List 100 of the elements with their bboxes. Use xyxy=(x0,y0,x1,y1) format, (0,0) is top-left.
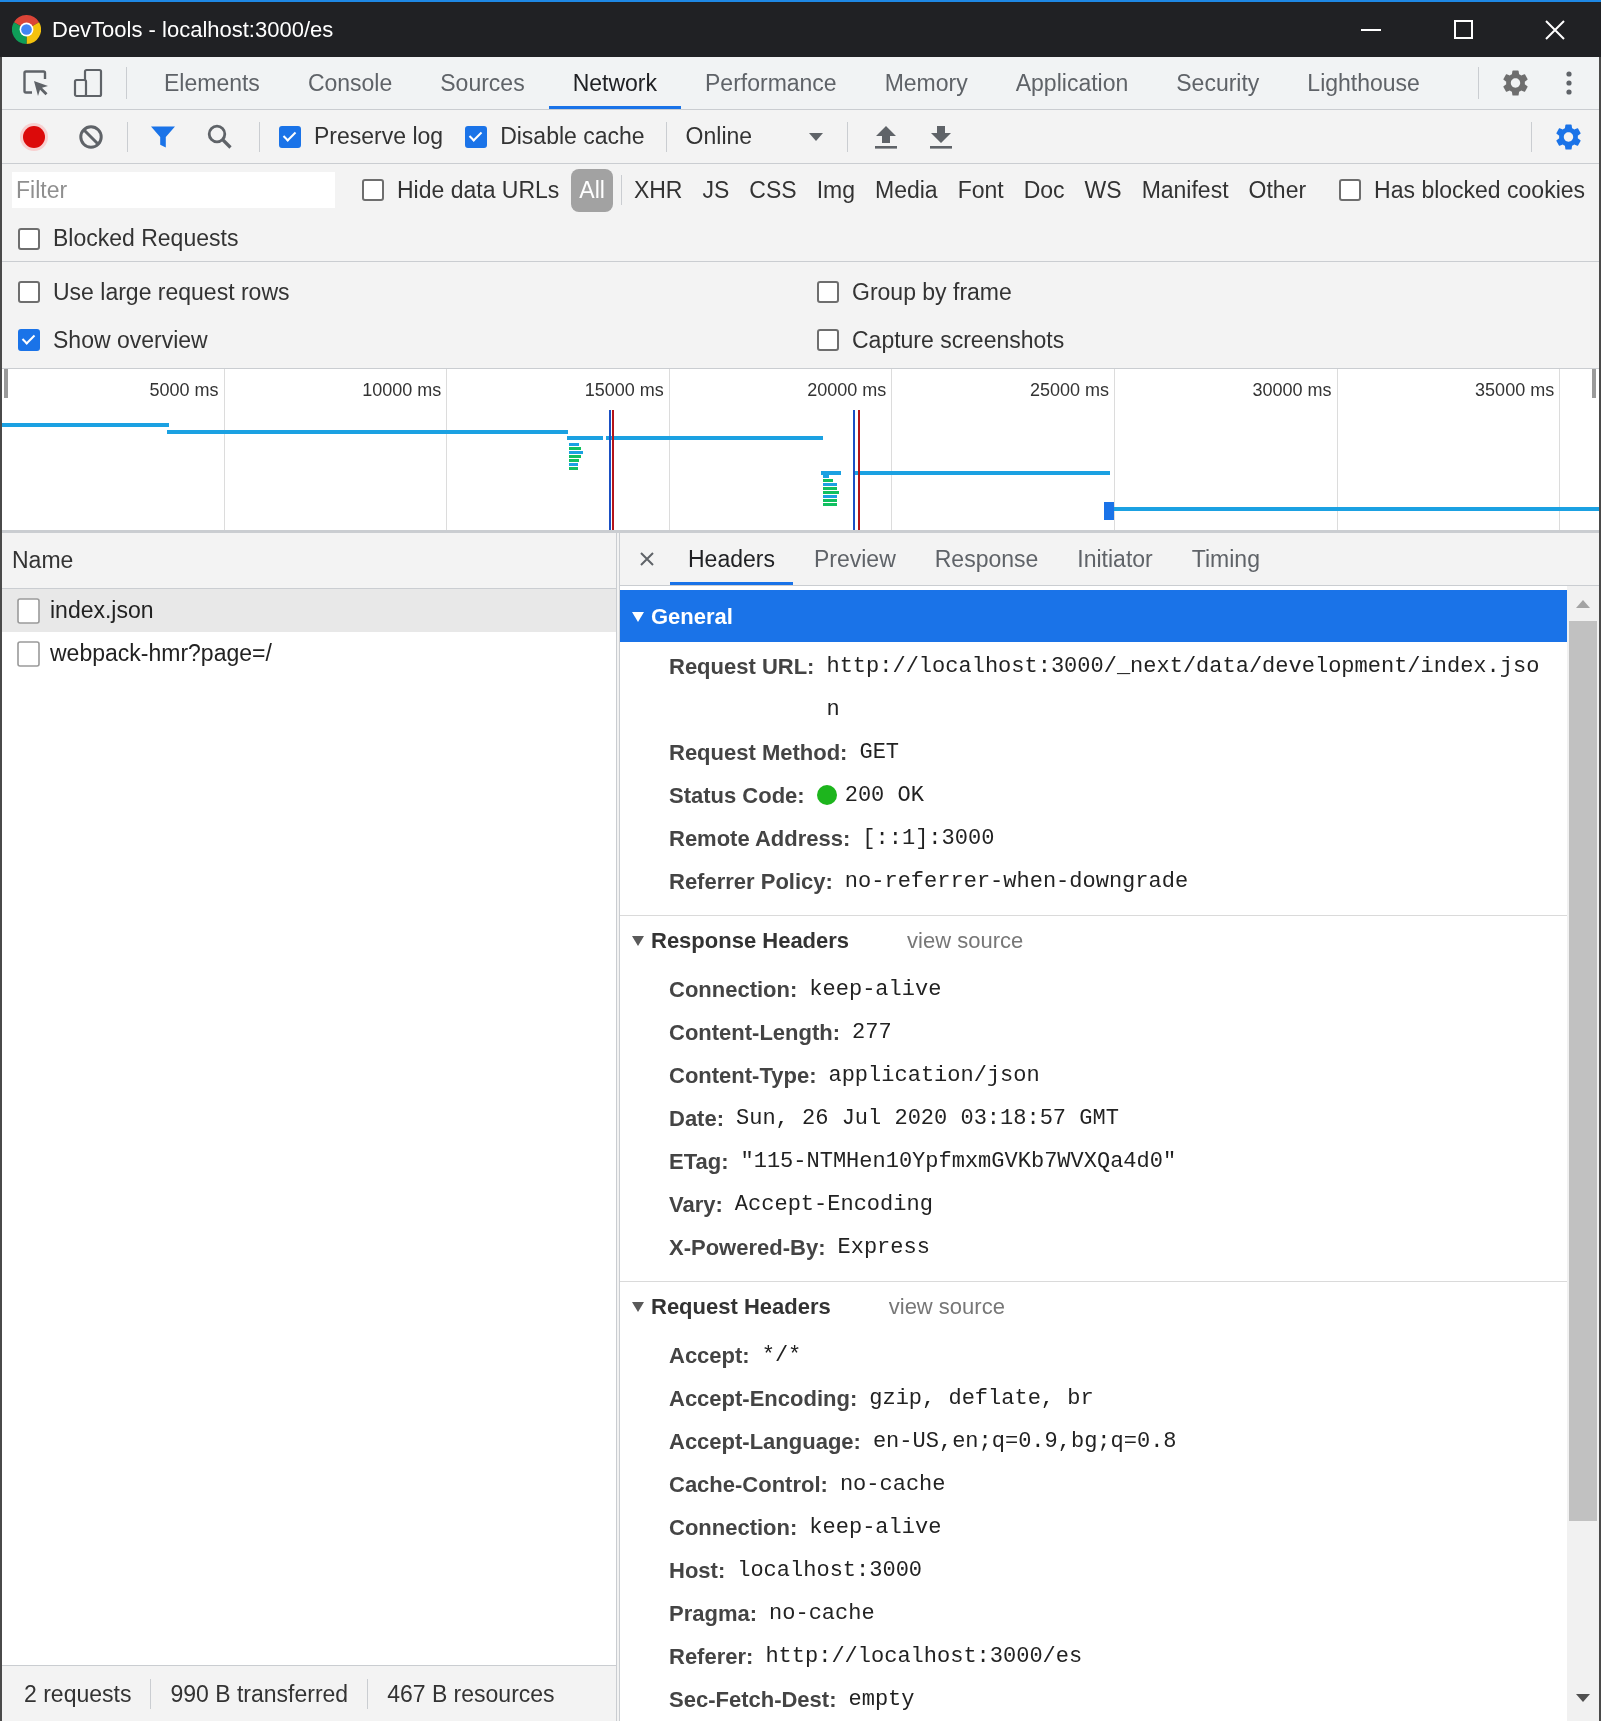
type-filter[interactable]: Font xyxy=(949,168,1012,212)
settings-icon[interactable] xyxy=(1556,123,1581,150)
checkbox[interactable] xyxy=(18,281,40,303)
maximize-icon[interactable] xyxy=(1453,20,1473,39)
header-value: "115-NTMHen10YpfmxmGVKb7WVXQa4d0" xyxy=(740,1148,1177,1176)
more-menu-icon[interactable] xyxy=(1566,71,1572,95)
time-tick-label: 15000 ms xyxy=(584,380,664,400)
checkbox[interactable] xyxy=(1339,179,1362,201)
type-filter[interactable]: JS xyxy=(694,168,738,212)
header-name: Remote Address: xyxy=(669,825,851,853)
search-icon[interactable] xyxy=(207,124,232,149)
scroll-down-icon[interactable] xyxy=(1576,1694,1590,1702)
checkbox[interactable] xyxy=(817,281,839,303)
header-name: Accept-Language: xyxy=(669,1428,861,1456)
header-value: [::1]:3000 xyxy=(862,825,995,853)
status-text: 2 requests xyxy=(23,1679,133,1709)
header-name: ETag: xyxy=(669,1148,729,1176)
checkbox-label[interactable]: Blocked Requests xyxy=(53,225,239,252)
type-filter[interactable]: Img xyxy=(808,168,863,212)
triangle-icon[interactable] xyxy=(632,934,644,947)
checkbox[interactable] xyxy=(279,125,301,148)
header-value: GET xyxy=(859,739,900,767)
checkbox[interactable] xyxy=(18,329,40,351)
record-icon[interactable] xyxy=(19,121,49,152)
header-name: Request Method: xyxy=(669,739,848,767)
throttling-dropdown[interactable]: Online xyxy=(685,123,824,150)
header-value: http://localhost:3000/es xyxy=(765,1643,1083,1671)
section-title[interactable]: General xyxy=(651,603,733,630)
checkbox[interactable] xyxy=(465,125,488,148)
header-name: Referrer Policy: xyxy=(669,868,833,896)
panel-tab[interactable]: Application xyxy=(991,60,1153,109)
checkbox-label[interactable]: Show overview xyxy=(53,326,208,354)
request-row[interactable]: index.json xyxy=(2,589,616,632)
header-value: keep-alive xyxy=(809,1514,942,1542)
details-tab[interactable]: Timing xyxy=(1173,536,1278,585)
minimize-icon[interactable] xyxy=(1361,28,1381,31)
type-filter[interactable]: Other xyxy=(1240,168,1315,212)
header-value: Sun, 26 Jul 2020 03:18:57 GMT xyxy=(736,1105,1119,1133)
time-tick-label: 25000 ms xyxy=(1029,380,1109,400)
details-tab[interactable]: Headers xyxy=(670,536,793,585)
filter-icon[interactable] xyxy=(150,124,176,149)
request-row[interactable]: webpack-hmr?page=/ xyxy=(2,632,616,675)
header-name: Pragma: xyxy=(669,1600,758,1628)
checkbox[interactable] xyxy=(362,179,384,201)
section-title[interactable]: Response Headers xyxy=(651,927,850,954)
checkbox-label[interactable]: Use large request rows xyxy=(53,278,290,306)
column-header[interactable]: Name xyxy=(2,533,616,589)
range-handle[interactable] xyxy=(1592,369,1596,398)
details-tab[interactable]: Initiator xyxy=(1059,536,1171,585)
clear-icon[interactable] xyxy=(79,124,103,149)
panel-tab[interactable]: Security xyxy=(1152,60,1284,109)
filter-input[interactable]: Filter xyxy=(12,172,335,208)
device-icon[interactable] xyxy=(73,68,103,98)
details-tab[interactable]: Preview xyxy=(795,536,914,585)
checkbox[interactable] xyxy=(18,227,40,250)
panel-tab[interactable]: Lighthouse xyxy=(1283,60,1444,109)
time-tick-label: 10000 ms xyxy=(362,380,442,400)
panel-tab[interactable]: Sources xyxy=(416,60,549,109)
checkbox-label[interactable]: Group by frame xyxy=(852,278,1012,306)
range-handle[interactable] xyxy=(4,369,8,398)
checkbox-label[interactable]: Has blocked cookies xyxy=(1374,176,1586,204)
logo-icon xyxy=(12,15,41,44)
header-value: empty xyxy=(848,1686,915,1714)
section-title[interactable]: Request Headers xyxy=(651,1293,831,1320)
view-source-link[interactable]: view source xyxy=(907,927,1024,954)
header-name: Content-Length: xyxy=(669,1019,841,1047)
type-filter[interactable]: WS xyxy=(1076,168,1130,212)
checkbox-label[interactable]: Preserve log xyxy=(314,123,444,150)
type-filter[interactable]: CSS xyxy=(741,168,805,212)
type-filter[interactable]: Media xyxy=(866,168,946,212)
details-tab[interactable]: Response xyxy=(916,536,1057,585)
header-value: */* xyxy=(761,1342,802,1370)
checkbox[interactable] xyxy=(817,329,839,351)
triangle-icon[interactable] xyxy=(632,610,644,623)
time-tick-label: 35000 ms xyxy=(1475,380,1555,400)
scrollbar-thumb[interactable] xyxy=(1569,621,1597,1521)
settings-icon[interactable] xyxy=(1503,70,1528,96)
panel-tab[interactable]: Console xyxy=(283,60,417,109)
header-name: Referer: xyxy=(669,1643,754,1671)
checkbox-label[interactable]: Hide data URLs xyxy=(397,176,560,204)
header-name: Connection: xyxy=(669,1514,798,1542)
type-filter[interactable]: Doc xyxy=(1015,168,1073,212)
type-filter[interactable]: Manifest xyxy=(1133,168,1237,212)
header-name: Accept: xyxy=(669,1342,750,1370)
inspect-icon[interactable] xyxy=(22,69,50,97)
panel-tab[interactable]: Performance xyxy=(681,60,861,109)
header-value: no-cache xyxy=(839,1471,946,1499)
triangle-icon[interactable] xyxy=(632,1300,644,1313)
upload-icon[interactable] xyxy=(875,124,898,149)
view-source-link[interactable]: view source xyxy=(888,1293,1005,1320)
checkbox-label[interactable]: Capture screenshots xyxy=(852,326,1065,354)
download-icon[interactable] xyxy=(930,124,953,149)
panel-tab[interactable]: Elements xyxy=(140,60,284,109)
type-filter[interactable]: XHR xyxy=(625,168,691,212)
header-value: Express xyxy=(837,1234,930,1262)
panel-tab[interactable]: Memory xyxy=(860,60,992,109)
header-name: Host: xyxy=(669,1557,726,1585)
checkbox-label[interactable]: Disable cache xyxy=(500,123,645,150)
header-name: Sec-Fetch-Dest: xyxy=(669,1686,837,1714)
file-icon xyxy=(17,640,40,667)
